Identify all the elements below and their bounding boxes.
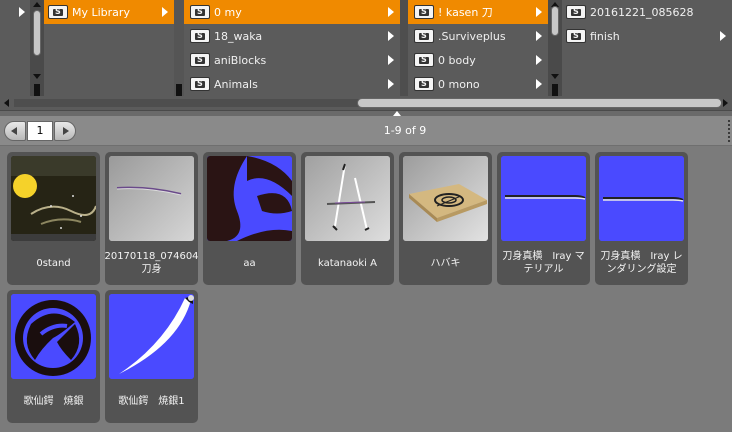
asset-card-habaki[interactable]: ハバキ — [399, 152, 492, 285]
browser-column-3: ! kasen 刀 .Surviveplus 0 body 0 mono — [408, 0, 548, 100]
column-2-divider — [400, 0, 408, 100]
expand-arrow-icon[interactable] — [388, 31, 394, 41]
expand-arrow-icon[interactable] — [388, 7, 394, 17]
column-1-divider — [174, 0, 184, 100]
folder-item-kasen[interactable]: ! kasen 刀 — [408, 0, 548, 24]
asset-card-20170118[interactable]: 20170118_074604 刀身 — [104, 152, 199, 285]
column-1-scrollbar[interactable] — [30, 0, 44, 100]
browser-horizontal-scrollbar[interactable] — [0, 96, 732, 110]
folder-label: 0 mono — [438, 77, 480, 91]
folder-item-0-my[interactable]: 0 my — [184, 0, 400, 24]
asset-caption: aa — [243, 257, 256, 269]
folder-icon — [414, 77, 434, 91]
asset-card-kasen-tsuba-1[interactable]: 歌仙鍔 焼銀1 — [105, 290, 198, 423]
item-count-label: 1-9 of 9 — [383, 124, 427, 137]
night-scene-thumbnail — [11, 156, 96, 241]
folder-icon — [414, 53, 434, 67]
folder-item-0-mono[interactable]: 0 mono — [408, 72, 548, 96]
pager-bar: 1 1-9 of 9 — [0, 116, 732, 146]
folder-icon — [414, 5, 434, 19]
folder-icon — [190, 53, 210, 67]
folder-label: Animals — [214, 77, 258, 91]
folder-icon — [190, 77, 210, 91]
folder-item-aniblocks[interactable]: aniBlocks — [184, 48, 400, 72]
scroll-down-icon[interactable] — [551, 74, 559, 79]
folder-label: aniBlocks — [214, 53, 267, 67]
browser-column-2: 0 my 18_waka aniBlocks Animals — [184, 0, 400, 100]
asset-card-katanaoki[interactable]: katanaoki A — [301, 152, 394, 285]
folder-icon — [48, 5, 68, 19]
blade-blue-thumbnail — [501, 156, 586, 241]
arrow-right-icon — [63, 127, 69, 135]
folder-item-animals[interactable]: Animals — [184, 72, 400, 96]
asset-caption: 20170118_074604 刀身 — [104, 251, 199, 275]
column-3-scrollbar[interactable] — [548, 0, 562, 100]
folder-icon — [566, 29, 586, 43]
resize-grip[interactable] — [728, 120, 732, 142]
folder-label: My Library — [72, 5, 130, 19]
expand-arrow-icon[interactable] — [388, 79, 394, 89]
asset-caption: 刀身真横 Iray レンダリング設定 — [600, 251, 683, 275]
content-grid: 0stand 20170118_074604 刀身 aa katanaoki A… — [0, 147, 732, 432]
folder-icon — [414, 29, 434, 43]
next-page-button[interactable] — [54, 121, 76, 141]
arrow-left-icon — [11, 127, 17, 135]
scrollbar-thumb[interactable] — [33, 10, 41, 56]
folder-label: finish — [590, 29, 620, 43]
folder-item-surviveplus[interactable]: .Surviveplus — [408, 24, 548, 48]
previous-page-button[interactable] — [4, 121, 26, 141]
asset-caption: katanaoki A — [318, 257, 377, 269]
habaki-thumbnail — [403, 156, 488, 241]
folder-icon — [190, 5, 210, 19]
expand-arrow-icon[interactable] — [536, 79, 542, 89]
blade-blue-thumbnail-2 — [599, 156, 684, 241]
folder-label: ! kasen 刀 — [438, 6, 493, 19]
asset-card-aa[interactable]: aa — [203, 152, 296, 285]
folder-icon — [566, 5, 586, 19]
folder-item-18-waka[interactable]: 18_waka — [184, 24, 400, 48]
folder-icon — [190, 29, 210, 43]
katana-rack-thumbnail — [305, 156, 390, 241]
content-library-browser: My Library 0 my 18_waka aniBlocks Animal… — [0, 0, 732, 100]
asset-card-0stand[interactable]: 0stand — [7, 152, 100, 285]
folder-item-20161221[interactable]: 20161221_085628 — [562, 0, 732, 24]
expand-arrow-icon[interactable] — [536, 7, 542, 17]
folder-label: .Surviveplus — [438, 29, 506, 43]
asset-caption: 0stand — [36, 257, 71, 269]
folder-item-0-body[interactable]: 0 body — [408, 48, 548, 72]
dark-shape-thumbnail — [207, 156, 292, 241]
scrollbar-thumb[interactable] — [357, 98, 722, 108]
browser-column-1: My Library — [44, 0, 174, 100]
asset-card-kasen-tsuba[interactable]: 歌仙鍔 焼銀 — [7, 290, 100, 423]
asset-caption: 歌仙鍔 焼銀1 — [118, 395, 185, 407]
asset-caption: 刀身真横 Iray マテリアル — [502, 251, 585, 275]
asset-caption: ハバキ — [430, 257, 461, 269]
white-blade-thumbnail — [109, 294, 194, 379]
scrollbar-thumb[interactable] — [551, 6, 559, 36]
scroll-right-icon[interactable] — [723, 99, 728, 107]
page-number-field[interactable]: 1 — [27, 121, 53, 141]
folder-label: 0 my — [214, 5, 242, 19]
browser-column-root-arrow — [0, 0, 32, 100]
folder-label: 18_waka — [214, 29, 263, 43]
tsuba-thumbnail — [11, 294, 96, 379]
scroll-left-icon[interactable] — [4, 99, 9, 107]
asset-card-iray-material[interactable]: 刀身真横 Iray マテリアル — [497, 152, 590, 285]
expand-arrow-icon[interactable] — [388, 55, 394, 65]
expand-arrow-icon[interactable] — [720, 31, 726, 41]
scroll-down-icon[interactable] — [33, 74, 41, 79]
expand-arrow-icon[interactable] — [19, 7, 25, 17]
expand-arrow-icon[interactable] — [536, 31, 542, 41]
expand-arrow-icon[interactable] — [162, 7, 168, 17]
folder-item-my-library[interactable]: My Library — [44, 0, 174, 24]
asset-caption: 歌仙鍔 焼銀 — [23, 395, 84, 407]
folder-item-finish[interactable]: finish — [562, 24, 732, 48]
asset-card-iray-render-settings[interactable]: 刀身真横 Iray レンダリング設定 — [595, 152, 688, 285]
folder-label: 0 body — [438, 53, 476, 67]
folder-label: 20161221_085628 — [590, 5, 694, 19]
browser-column-4: 20161221_085628 finish — [562, 0, 732, 100]
scroll-up-icon[interactable] — [33, 2, 41, 7]
expand-arrow-icon[interactable] — [536, 55, 542, 65]
blade-gray-thumbnail — [109, 156, 194, 241]
